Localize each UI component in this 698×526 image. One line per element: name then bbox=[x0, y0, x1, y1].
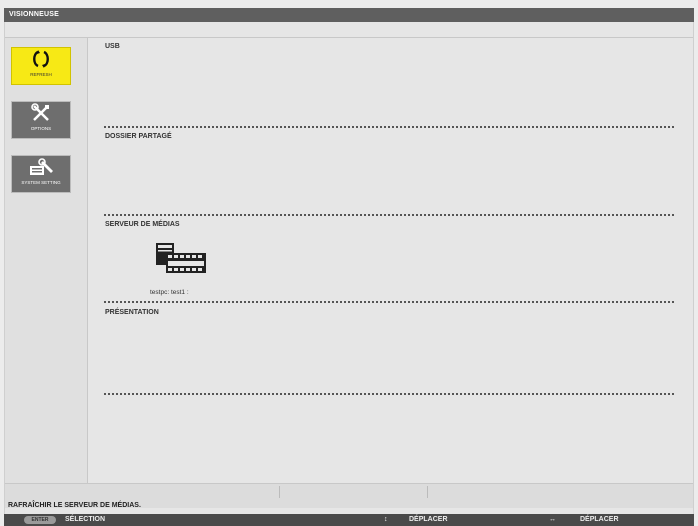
refresh-button[interactable]: REFRESH bbox=[11, 47, 71, 85]
left-right-arrow-icon: ↔ bbox=[549, 516, 556, 523]
window-title: VISIONNEUSE bbox=[4, 8, 694, 22]
top-divider bbox=[5, 37, 693, 38]
section-usb[interactable]: USB bbox=[105, 43, 120, 50]
status-divider bbox=[427, 486, 428, 498]
move-hint-horizontal: DÉPLACER bbox=[580, 516, 619, 523]
refresh-button-label: REFRESH bbox=[30, 72, 52, 77]
status-message: RAFRAÎCHIR LE SERVEUR DE MÉDIAS. bbox=[8, 502, 141, 509]
refresh-icon bbox=[12, 48, 70, 72]
system-setting-button-label: SYSTEM SETTING bbox=[21, 180, 61, 185]
section-divider bbox=[104, 393, 674, 395]
media-server-item-label: testpc: test1 : bbox=[150, 289, 189, 296]
section-divider bbox=[104, 214, 674, 216]
footer-hints: ENTER SÉLECTION ↕ DÉPLACER ↔ DÉPLACER bbox=[4, 514, 694, 526]
enter-key-icon: ENTER bbox=[24, 516, 56, 524]
status-divider bbox=[279, 486, 280, 498]
system-setting-icon bbox=[12, 156, 70, 180]
select-hint: SÉLECTION bbox=[65, 516, 106, 523]
options-button-label: OPTIONS bbox=[30, 126, 52, 131]
tools-icon bbox=[12, 102, 70, 126]
section-media-server[interactable]: SERVEUR DE MÉDIAS bbox=[105, 221, 180, 228]
section-shared-folder[interactable]: DOSSIER PARTAGÉ bbox=[105, 133, 172, 140]
media-file-icon[interactable] bbox=[154, 241, 208, 275]
section-divider bbox=[104, 126, 674, 128]
section-presentation[interactable]: PRÉSENTATION bbox=[105, 309, 159, 316]
options-button[interactable]: OPTIONS bbox=[11, 101, 71, 139]
up-down-arrow-icon: ↕ bbox=[384, 516, 388, 523]
move-hint-vertical: DÉPLACER bbox=[409, 516, 448, 523]
viewer-window bbox=[4, 8, 694, 518]
system-setting-button[interactable]: SYSTEM SETTING bbox=[11, 155, 71, 193]
section-divider bbox=[104, 301, 674, 303]
